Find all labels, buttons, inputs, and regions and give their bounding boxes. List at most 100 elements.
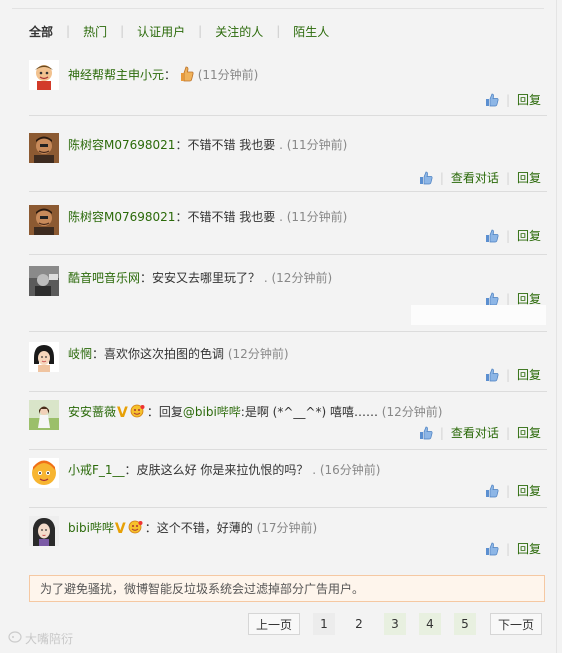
- next-page-button[interactable]: 下一页: [490, 613, 542, 635]
- comment-time: (11分钟前): [197, 68, 259, 82]
- emoji-badge-icon: [127, 520, 143, 534]
- avatar[interactable]: [29, 400, 59, 430]
- comment-username[interactable]: 岐惘: [68, 347, 92, 361]
- avatar[interactable]: [29, 60, 59, 90]
- comment-actions: | 查看对话 | 回复: [419, 169, 541, 186]
- tab-separator: |: [66, 24, 71, 38]
- comment-item: 小戒F_1__：皮肤这么好 你是来拉仇恨的吗？ . (16分钟前) | 回复: [29, 458, 547, 506]
- comment-time: . (12分钟前): [260, 271, 333, 285]
- divider: [29, 191, 547, 192]
- comment-actions: | 查看对话 | 回复: [419, 424, 541, 441]
- verified-v-icon: V: [114, 521, 126, 537]
- avatar[interactable]: [29, 458, 59, 488]
- page-4[interactable]: 4: [419, 613, 441, 635]
- reply-button[interactable]: 回复: [517, 366, 541, 383]
- divider: [29, 254, 547, 255]
- comment-time: . (11分钟前): [275, 210, 348, 224]
- watermark-logo-icon: [8, 631, 22, 646]
- like-icon[interactable]: [419, 426, 433, 440]
- comment-text: 不错不错 我也要: [187, 210, 276, 224]
- comment-panel: 全部 | 热门 | 认证用户 | 关注的人 | 陌生人 神经帮帮主申小元： (1: [0, 0, 557, 653]
- reply-button[interactable]: 回复: [517, 169, 541, 186]
- blank-area: [411, 305, 546, 325]
- page-2-current: 2: [355, 617, 363, 631]
- tab-separator: |: [276, 24, 281, 38]
- like-icon[interactable]: [485, 484, 499, 498]
- comment-item: 安安蔷薇V ：回复@bibi哔哔:是啊 (*^__^*) 嘻嘻…… (12分钟前…: [29, 400, 547, 448]
- like-icon[interactable]: [485, 93, 499, 107]
- divider: [29, 449, 547, 450]
- comment-actions: | 回复: [485, 91, 541, 108]
- divider: [29, 507, 547, 508]
- reply-button[interactable]: 回复: [517, 91, 541, 108]
- page-5[interactable]: 5: [454, 613, 476, 635]
- page-3[interactable]: 3: [384, 613, 406, 635]
- like-icon[interactable]: [485, 292, 499, 306]
- comment-username[interactable]: 安安蔷薇: [68, 405, 116, 419]
- like-icon[interactable]: [419, 171, 433, 185]
- comment-actions: | 回复: [485, 482, 541, 499]
- tab-all[interactable]: 全部: [29, 23, 53, 40]
- tab-hot[interactable]: 热门: [83, 23, 107, 40]
- divider: [29, 331, 547, 332]
- view-conversation-button[interactable]: 查看对话: [451, 424, 499, 441]
- avatar[interactable]: [29, 516, 59, 546]
- comment-item: 陈树容M07698021：不错不错 我也要 . (11分钟前) | 回复: [29, 205, 547, 253]
- reply-prefix: 回复: [158, 405, 183, 419]
- comment-actions: | 回复: [485, 227, 541, 244]
- reply-button[interactable]: 回复: [517, 424, 541, 441]
- comment-text: 皮肤这么好 你是来拉仇恨的吗？: [136, 463, 309, 477]
- comment-username[interactable]: 神经帮帮主申小元: [68, 68, 164, 82]
- divider: [29, 391, 547, 392]
- comment-text: :是啊 (*^__^*) 嘻嘻……: [240, 405, 378, 419]
- tab-separator: |: [120, 24, 125, 38]
- comment-item: 神经帮帮主申小元： (11分钟前) | 回复: [29, 60, 547, 112]
- reply-button[interactable]: 回复: [517, 540, 541, 557]
- comment-username[interactable]: 陈树容M07698021: [68, 210, 175, 224]
- view-conversation-button[interactable]: 查看对话: [451, 169, 499, 186]
- comment-time: . (16分钟前): [308, 463, 381, 477]
- comment-item: 岐惘：喜欢你这次拍图的色调 (12分钟前) | 回复: [29, 342, 547, 390]
- comment-text: 安安又去哪里玩了？: [152, 271, 261, 285]
- page-1[interactable]: 1: [313, 613, 335, 635]
- divider: [29, 115, 547, 116]
- tab-following[interactable]: 关注的人: [215, 23, 263, 40]
- tab-strangers[interactable]: 陌生人: [293, 23, 329, 40]
- top-rule: [12, 8, 544, 9]
- comment-username[interactable]: 陈树容M07698021: [68, 138, 175, 152]
- mention-link[interactable]: @bibi哔哔: [183, 405, 241, 419]
- comment-username[interactable]: bibi哔哔: [68, 521, 114, 535]
- like-icon[interactable]: [485, 542, 499, 556]
- comment-filter-tabs: 全部 | 热门 | 认证用户 | 关注的人 | 陌生人: [29, 22, 329, 40]
- comment-time: (12分钟前): [377, 405, 443, 419]
- thumbs-up-emoji-icon: [180, 66, 194, 86]
- watermark: 大嘴陪衍: [8, 630, 73, 647]
- avatar[interactable]: [29, 133, 59, 163]
- comment-item: bibi哔哔V ：这个不错，好薄的 (17分钟前) | 回复: [29, 516, 547, 564]
- comment-text: 这个不错，好薄的: [156, 521, 253, 535]
- like-icon[interactable]: [485, 229, 499, 243]
- tab-separator: |: [198, 24, 203, 38]
- comment-actions: | 回复: [485, 540, 541, 557]
- like-icon[interactable]: [485, 368, 499, 382]
- reply-button[interactable]: 回复: [517, 482, 541, 499]
- emoji-badge-icon: [129, 404, 145, 418]
- comment-item: 陈树容M07698021：不错不错 我也要 . (11分钟前) | 查看对话 |…: [29, 133, 547, 185]
- avatar[interactable]: [29, 266, 59, 296]
- verified-v-icon: V: [117, 405, 128, 421]
- comment-text: 不错不错 我也要: [187, 138, 276, 152]
- avatar[interactable]: [29, 342, 59, 372]
- reply-button[interactable]: 回复: [517, 227, 541, 244]
- tab-verified[interactable]: 认证用户: [137, 23, 185, 40]
- comment-time: (17分钟前): [252, 521, 318, 535]
- comment-username[interactable]: 小戒F_1__: [68, 463, 125, 477]
- prev-page-button[interactable]: 上一页: [248, 613, 300, 635]
- comment-actions: | 回复: [485, 366, 541, 383]
- avatar[interactable]: [29, 205, 59, 235]
- spam-filter-notice: 为了避免骚扰，微博智能反垃圾系统会过滤掉部分广告用户。: [29, 575, 545, 602]
- comment-time: (12分钟前): [224, 347, 289, 361]
- pagination: 上一页 1 2 3 4 5 下一页: [0, 613, 556, 637]
- comment-username[interactable]: 酷音吧音乐网: [68, 271, 140, 285]
- comment-time: . (11分钟前): [275, 138, 348, 152]
- comment-text: 喜欢你这次拍图的色调: [104, 347, 225, 361]
